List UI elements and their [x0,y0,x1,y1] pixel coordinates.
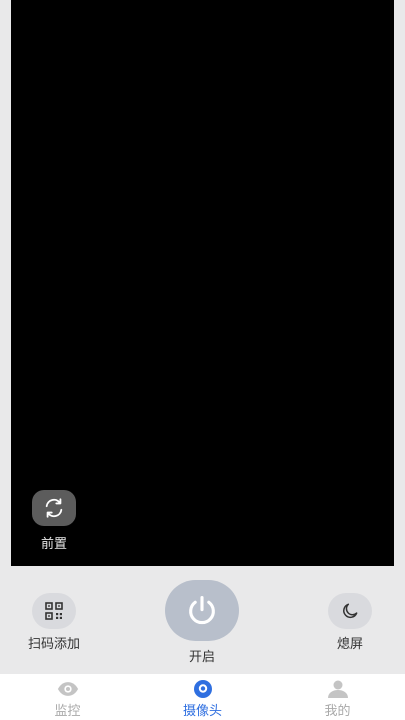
tab-camera[interactable]: 摄像头 [135,674,270,720]
tab-camera-label: 摄像头 [182,704,222,719]
tab-monitor[interactable]: 监控 [0,674,135,720]
control-panel: 扫码添加 开启 熄屏 [0,566,405,674]
scan-add-label: 扫码添加 [27,637,80,652]
power-button[interactable] [165,580,239,641]
tab-monitor-label: 监控 [54,704,81,719]
eye-icon [57,682,78,696]
bottom-tab-bar: 监控 摄像头 我的 [0,674,405,720]
qr-code-icon [45,602,63,620]
camera-icon [193,680,212,698]
screen-off-button[interactable] [328,593,372,629]
user-icon [327,680,348,698]
screen-off-label: 熄屏 [336,637,363,652]
power-icon [189,595,215,624]
scan-add-button[interactable] [32,593,76,629]
camera-preview: 前置 [11,0,394,566]
flip-camera-icon [45,498,63,518]
tab-mine-label: 我的 [324,704,351,719]
moon-icon [343,603,358,619]
tab-mine[interactable]: 我的 [270,674,405,720]
flip-camera-button[interactable] [32,490,76,526]
flip-camera-label: 前置 [40,537,67,552]
power-label: 开启 [188,650,215,665]
